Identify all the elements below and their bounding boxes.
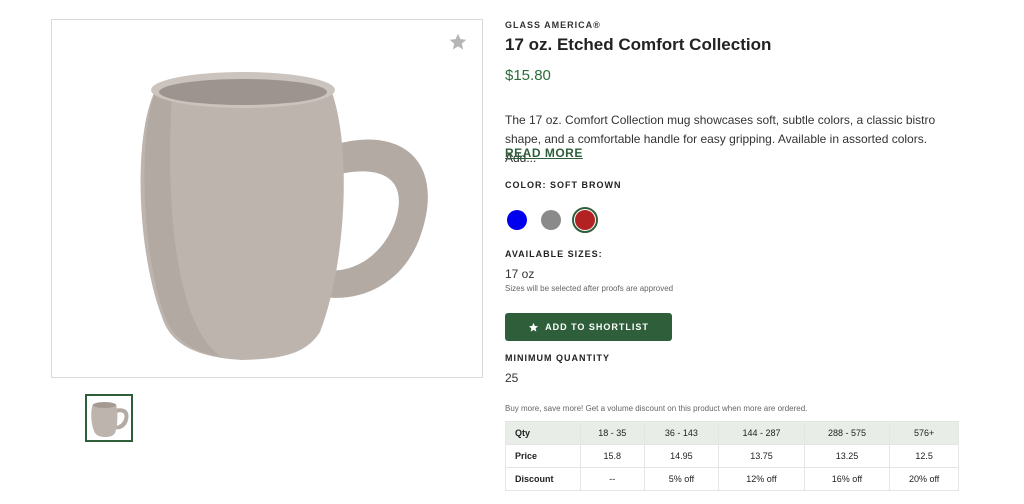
discount-row-label: Discount [505, 467, 581, 491]
size-note: Sizes will be selected after proofs are … [505, 284, 674, 293]
discount-row: Discount -- 5% off 12% off 16% off 20% o… [505, 467, 959, 491]
discount-cell: 16% off [803, 467, 891, 491]
qty-header: Qty [505, 421, 581, 445]
discount-cell: 5% off [643, 467, 720, 491]
color-label: COLOR: SOFT BROWN [505, 180, 622, 190]
price-cell: 13.75 [718, 444, 805, 468]
shortlist-label: ADD TO SHORTLIST [545, 322, 649, 332]
color-swatch-red[interactable] [575, 210, 595, 230]
price-cell: 12.5 [889, 444, 959, 468]
thumbnail-mug[interactable] [85, 394, 133, 442]
price-cell: 13.25 [803, 444, 891, 468]
pricing-table: Qty 18 - 35 36 - 143 144 - 287 288 - 575… [505, 421, 959, 491]
price-row: Price 15.8 14.95 13.75 13.25 12.5 [505, 444, 959, 468]
color-swatch-gray[interactable] [541, 210, 561, 230]
qty-tier: 576+ [889, 421, 959, 445]
favorite-star-icon[interactable] [448, 32, 468, 52]
qty-tier: 36 - 143 [643, 421, 720, 445]
available-sizes-label: AVAILABLE SIZES: [505, 249, 603, 259]
brand-name: GLASS AMERICA® [505, 20, 601, 30]
color-swatch-blue[interactable] [507, 210, 527, 230]
size-value: 17 oz [505, 267, 535, 281]
price-cell: 15.8 [580, 444, 645, 468]
qty-tier: 288 - 575 [803, 421, 891, 445]
thumbnail-mug-image [91, 402, 129, 437]
pricing-header-row: Qty 18 - 35 36 - 143 144 - 287 288 - 575… [505, 421, 959, 445]
product-image-frame [51, 19, 483, 378]
discount-cell: 20% off [889, 467, 959, 491]
price-row-label: Price [505, 444, 581, 468]
discount-cell: 12% off [718, 467, 805, 491]
volume-discount-note: Buy more, save more! Get a volume discou… [505, 404, 808, 413]
add-to-shortlist-button[interactable]: ADD TO SHORTLIST [505, 313, 672, 341]
read-more-link[interactable]: READ MORE [505, 146, 583, 160]
qty-tier: 18 - 35 [580, 421, 645, 445]
product-price: $15.80 [505, 67, 551, 84]
star-icon [528, 322, 539, 332]
discount-cell: -- [580, 467, 645, 491]
product-mug-image [140, 72, 428, 360]
product-title: 17 oz. Etched Comfort Collection [505, 35, 772, 54]
price-cell: 14.95 [643, 444, 720, 468]
minimum-quantity-label: MINIMUM QUANTITY [505, 353, 610, 363]
qty-tier: 144 - 287 [718, 421, 805, 445]
minimum-quantity-value: 25 [505, 371, 519, 385]
